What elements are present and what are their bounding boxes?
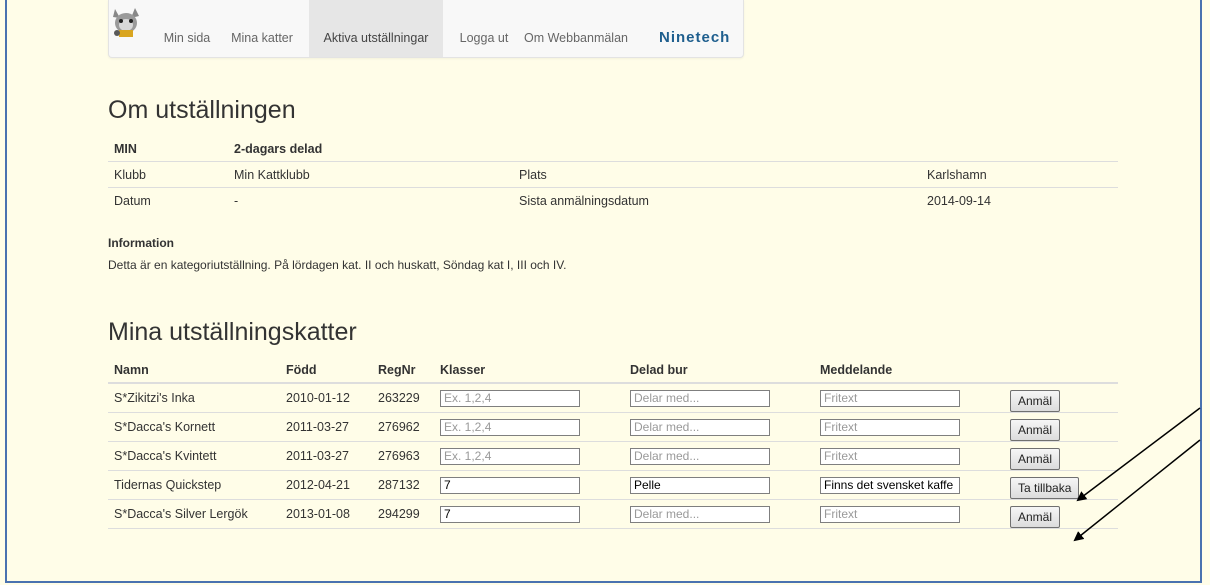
cat-regnr: 287132 bbox=[372, 470, 434, 500]
information-text: Detta är en kategoriutställning. På lörd… bbox=[108, 258, 567, 272]
about-header-type: 2-dagars delad bbox=[234, 141, 323, 156]
klasser-input[interactable] bbox=[440, 447, 580, 465]
table-row: S*Dacca's Kornett 2011-03-27 276962 Anmä… bbox=[108, 412, 1118, 442]
cat-regnr: 276963 bbox=[372, 441, 434, 471]
cat-regnr: 294299 bbox=[372, 499, 434, 529]
cat-born: 2011-03-27 bbox=[280, 441, 372, 471]
cat-name: S*Zikitzi's Inka bbox=[108, 383, 280, 413]
col-namn: Namn bbox=[108, 358, 280, 384]
delad-bur-input[interactable] bbox=[630, 447, 770, 465]
table-row: S*Dacca's Silver Lergök 2013-01-08 29429… bbox=[108, 499, 1118, 529]
table-row: S*Dacca's Kvintett 2011-03-27 276963 Anm… bbox=[108, 441, 1118, 471]
cat-born: 2010-01-12 bbox=[280, 383, 372, 413]
klasser-input[interactable] bbox=[440, 389, 580, 407]
col-meddelande: Meddelande bbox=[814, 358, 1004, 384]
cat-born: 2013-01-08 bbox=[280, 499, 372, 529]
about-value: Karlshamn bbox=[921, 161, 1118, 188]
cat-logo-icon[interactable] bbox=[109, 3, 143, 39]
about-label: Klubb bbox=[108, 161, 228, 188]
cat-born: 2012-04-21 bbox=[280, 470, 372, 500]
cat-regnr: 276962 bbox=[372, 412, 434, 442]
col-regnr: RegNr bbox=[372, 358, 434, 384]
about-table: MIN 2-dagars delad Klubb Min Kattklubb P… bbox=[108, 136, 1118, 213]
meddelande-input[interactable] bbox=[820, 418, 960, 436]
table-row: S*Zikitzi's Inka 2010-01-12 263229 Anmäl bbox=[108, 383, 1118, 413]
klasser-input[interactable] bbox=[440, 418, 580, 436]
about-label: Datum bbox=[108, 187, 228, 213]
anmal-button[interactable]: Anmäl bbox=[1010, 448, 1061, 470]
cats-table: Namn Född RegNr Klasser Delad bur Meddel… bbox=[108, 358, 1118, 529]
cat-name: S*Dacca's Kvintett bbox=[108, 441, 280, 471]
about-title: Om utställningen bbox=[108, 96, 296, 124]
meddelande-input[interactable] bbox=[820, 447, 960, 465]
ninetech-brand[interactable]: Ninetech bbox=[659, 0, 730, 76]
delad-bur-input[interactable] bbox=[630, 505, 770, 523]
table-row: Tidernas Quickstep 2012-04-21 287132 Ta … bbox=[108, 470, 1118, 500]
cats-title: Mina utställningskatter bbox=[108, 318, 357, 346]
cat-name: S*Dacca's Kornett bbox=[108, 412, 280, 442]
about-row: Datum - Sista anmälningsdatum 2014-09-14 bbox=[108, 187, 1118, 213]
about-label: Plats bbox=[513, 161, 921, 188]
cat-regnr: 263229 bbox=[372, 383, 434, 413]
col-fodd: Född bbox=[280, 358, 372, 384]
cat-name: S*Dacca's Silver Lergök bbox=[108, 499, 280, 529]
meddelande-input[interactable] bbox=[820, 505, 960, 523]
klasser-input[interactable] bbox=[440, 476, 580, 494]
col-delad-bur: Delad bur bbox=[624, 358, 814, 384]
delad-bur-input[interactable] bbox=[630, 389, 770, 407]
delad-bur-input[interactable] bbox=[630, 418, 770, 436]
cat-name: Tidernas Quickstep bbox=[108, 470, 280, 500]
nav-aktiva-utstallningar[interactable]: Aktiva utställningar bbox=[309, 0, 443, 57]
anmal-button[interactable]: Anmäl bbox=[1010, 419, 1061, 441]
cat-born: 2011-03-27 bbox=[280, 412, 372, 442]
nav-logga-ut[interactable]: Logga ut bbox=[453, 0, 515, 57]
about-value: Min Kattklubb bbox=[228, 161, 513, 188]
about-value: - bbox=[228, 187, 513, 213]
klasser-input[interactable] bbox=[440, 505, 580, 523]
col-klasser: Klasser bbox=[434, 358, 624, 384]
anmal-button[interactable]: Anmäl bbox=[1010, 390, 1061, 412]
about-header-row: MIN 2-dagars delad bbox=[108, 136, 1118, 162]
about-value: 2014-09-14 bbox=[921, 187, 1118, 213]
ta-tillbaka-button[interactable]: Ta tillbaka bbox=[1010, 477, 1080, 499]
about-header-min: MIN bbox=[114, 141, 137, 156]
col-action bbox=[1004, 358, 1118, 384]
meddelande-input[interactable] bbox=[820, 476, 960, 494]
nav-mina-katter[interactable]: Mina katter bbox=[227, 0, 297, 57]
about-row: Klubb Min Kattklubb Plats Karlshamn bbox=[108, 161, 1118, 188]
meddelande-input[interactable] bbox=[820, 389, 960, 407]
delad-bur-input[interactable] bbox=[630, 476, 770, 494]
anmal-button[interactable]: Anmäl bbox=[1010, 506, 1061, 528]
about-label: Sista anmälningsdatum bbox=[513, 187, 921, 213]
top-navbar: Min sida Mina katter Aktiva utställninga… bbox=[108, 0, 744, 58]
information-label: Information bbox=[108, 236, 174, 250]
cats-header-row: Namn Född RegNr Klasser Delad bur Meddel… bbox=[108, 358, 1118, 384]
nav-om-webbanmalan[interactable]: Om Webbanmälan bbox=[513, 0, 639, 57]
nav-min-sida[interactable]: Min sida bbox=[159, 0, 215, 57]
